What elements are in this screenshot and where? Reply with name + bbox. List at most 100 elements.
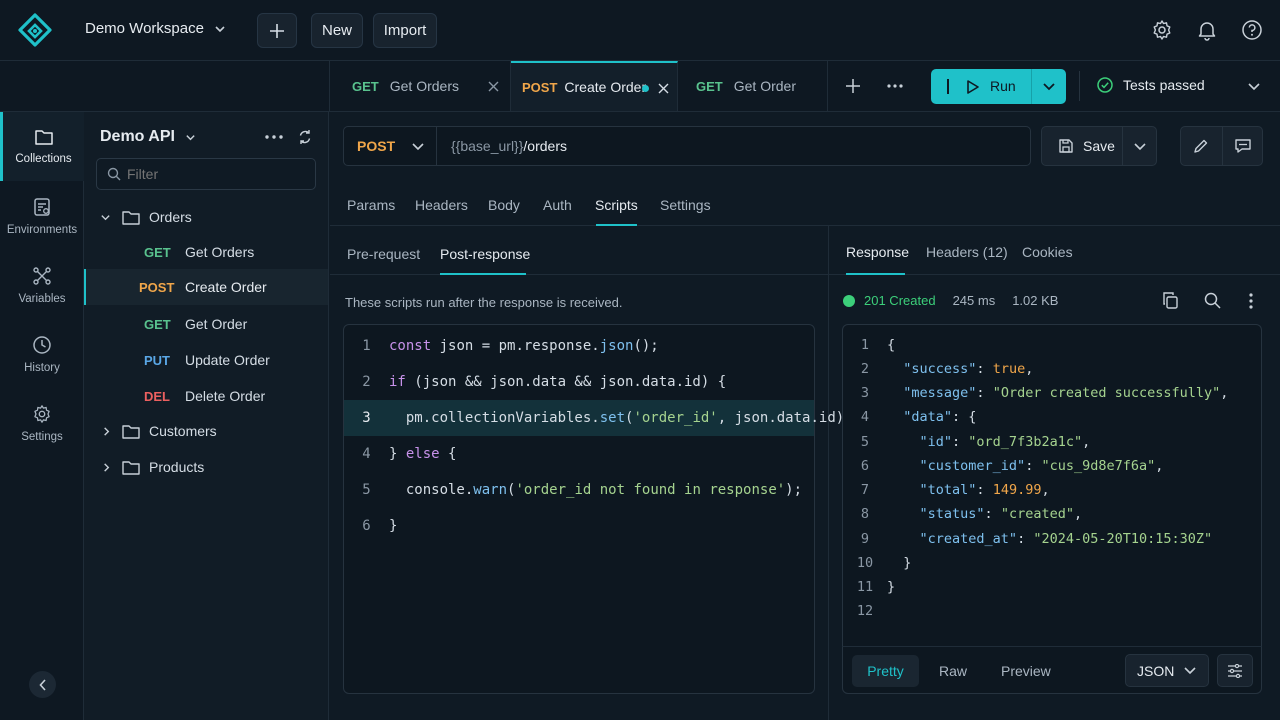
json-line: 11}	[856, 579, 896, 596]
more-icon[interactable]	[265, 135, 283, 139]
tab-method: GET	[352, 78, 379, 94]
sync-icon[interactable]	[298, 129, 312, 145]
save-button[interactable]: Save	[1042, 127, 1122, 165]
import-button[interactable]: Import	[373, 13, 437, 48]
tab-cookies[interactable]: Cookies	[1022, 244, 1073, 260]
json-line: 4 "data": {	[860, 409, 977, 426]
method-select[interactable]: POST	[344, 127, 437, 165]
tab-label: Create Order	[564, 79, 647, 95]
json-line: 9 "created_at": "2024-05-20T10:15:30Z"	[860, 531, 1213, 548]
tab-params[interactable]: Params	[347, 197, 395, 213]
new-button[interactable]: New	[311, 13, 363, 48]
close-icon[interactable]	[488, 81, 499, 92]
top-bar: Demo Workspace New Import	[0, 0, 1280, 61]
gear-icon	[34, 405, 50, 423]
more-tabs-icon[interactable]	[887, 84, 903, 88]
folder-icon	[34, 130, 53, 145]
request-item-delete-order[interactable]: DEL Delete Order	[84, 378, 328, 414]
format-select[interactable]: JSON	[1125, 654, 1209, 687]
tab-auth[interactable]: Auth	[543, 197, 572, 213]
chevron-down-icon[interactable]	[1134, 142, 1146, 152]
code-line: 4} else {	[362, 446, 457, 462]
bell-icon[interactable]	[1196, 19, 1218, 41]
code-line: 5 console. warn('order_id not found in re…	[362, 482, 803, 498]
pencil-icon[interactable]	[1193, 138, 1209, 154]
chevron-down-icon[interactable]	[1043, 82, 1055, 92]
request-config-tabs	[330, 182, 1280, 226]
rail-item-collections[interactable]: Collections	[0, 112, 84, 181]
url-input[interactable]: {{base_url}}/orders	[451, 138, 567, 154]
chevron-right-icon	[104, 426, 110, 436]
add-button[interactable]	[257, 13, 297, 48]
code-line: 2 if (json && json.data && json.data.id) …	[362, 374, 727, 390]
wrap-options-button[interactable]	[1217, 654, 1253, 687]
comment-icon[interactable]	[1234, 138, 1252, 154]
tab-body[interactable]: Body	[488, 197, 520, 213]
tab-post-response[interactable]: Post-response	[440, 246, 530, 262]
tab-headers[interactable]: Headers	[415, 197, 468, 213]
new-tab-icon[interactable]	[846, 79, 860, 93]
request-item-create-order[interactable]: POST Create Order	[84, 269, 328, 305]
request-item-get-order[interactable]: GET Get Order	[84, 306, 328, 342]
run-button[interactable]: Run	[931, 69, 1066, 104]
rail-item-settings[interactable]: Settings	[0, 389, 84, 458]
response-size: 1.02 KB	[1012, 293, 1059, 308]
chevron-down-icon	[215, 25, 225, 32]
search-icon[interactable]	[1204, 292, 1221, 309]
script-editor[interactable]: 1 const json = pm.response. json (); 2 if (j…	[343, 324, 853, 694]
response-time: 245 ms	[952, 293, 996, 308]
folder-orders[interactable]: Orders	[84, 199, 328, 235]
rail-item-history[interactable]: History	[0, 320, 84, 389]
rail-label: Environments	[6, 224, 78, 236]
chevron-down-icon[interactable]	[1248, 82, 1260, 92]
chevron-down-icon	[101, 214, 110, 220]
tab-response[interactable]: Response	[846, 244, 909, 260]
tab-pre-request[interactable]: Pre-request	[347, 246, 420, 262]
filter-lines-icon	[1228, 663, 1242, 678]
gear-icon[interactable]	[1151, 19, 1173, 41]
tests-status[interactable]: Tests passed	[1097, 77, 1205, 93]
request-item-update-order[interactable]: PUT Update Order	[84, 342, 328, 378]
rail-label: Variables	[18, 293, 66, 305]
filter-input[interactable]	[127, 163, 307, 185]
response-body[interactable]: 1{ 2 "success": true, 3 "message": "Orde…	[842, 324, 1262, 646]
tab-settings[interactable]: Settings	[660, 197, 711, 213]
more-vertical-icon[interactable]	[1249, 293, 1253, 309]
collapse-sidebar-button[interactable]	[29, 671, 56, 698]
copy-icon[interactable]	[1162, 292, 1178, 309]
rail-label: Settings	[21, 431, 63, 443]
view-pretty[interactable]: Pretty	[852, 655, 919, 687]
tab-label: Get Orders	[389, 78, 459, 94]
help-icon[interactable]	[1241, 19, 1263, 41]
request-item-get-orders[interactable]: GET Get Orders	[84, 234, 328, 270]
collection-selector[interactable]: Demo API	[100, 128, 196, 146]
divider	[1122, 127, 1123, 165]
rail-item-variables[interactable]: Variables	[0, 251, 84, 320]
json-line: 7 "total": 149.99,	[860, 482, 1050, 499]
collection-sidebar: Demo API Orders GET Get Orders POST Crea…	[84, 112, 329, 720]
tests-label: Tests passed	[1123, 77, 1205, 93]
close-icon[interactable]	[658, 83, 669, 94]
unsaved-dot	[642, 85, 649, 92]
tab-get-order[interactable]: GET Get Order	[678, 61, 828, 111]
response-status: 201 Created 245 ms 1.02 KB	[843, 293, 1058, 308]
folder-products[interactable]: Products	[84, 449, 328, 485]
chevron-down-icon	[186, 134, 195, 140]
folder-customers[interactable]: Customers	[84, 413, 328, 449]
workspace-switcher[interactable]: Demo Workspace	[85, 20, 226, 37]
status-dot	[843, 294, 855, 307]
sidebar-header-spacer	[0, 61, 330, 112]
check-circle-icon	[1097, 77, 1113, 93]
divider	[947, 79, 949, 94]
folder-icon	[122, 460, 140, 475]
rail-item-environments[interactable]: Environments	[0, 182, 84, 251]
view-raw[interactable]: Raw	[939, 663, 967, 679]
tab-get-orders[interactable]: GET Get Orders	[330, 61, 511, 111]
tab-scripts[interactable]: Scripts	[595, 197, 638, 213]
code-line: 1 const json = pm.response. json ();	[362, 338, 659, 354]
pane-divider	[828, 226, 829, 720]
tab-response-headers[interactable]: Headers (12)	[926, 244, 1008, 260]
view-preview[interactable]: Preview	[1001, 663, 1051, 679]
active-tab-indicator	[846, 273, 905, 275]
tab-create-order[interactable]: POST Create Order	[511, 61, 678, 111]
